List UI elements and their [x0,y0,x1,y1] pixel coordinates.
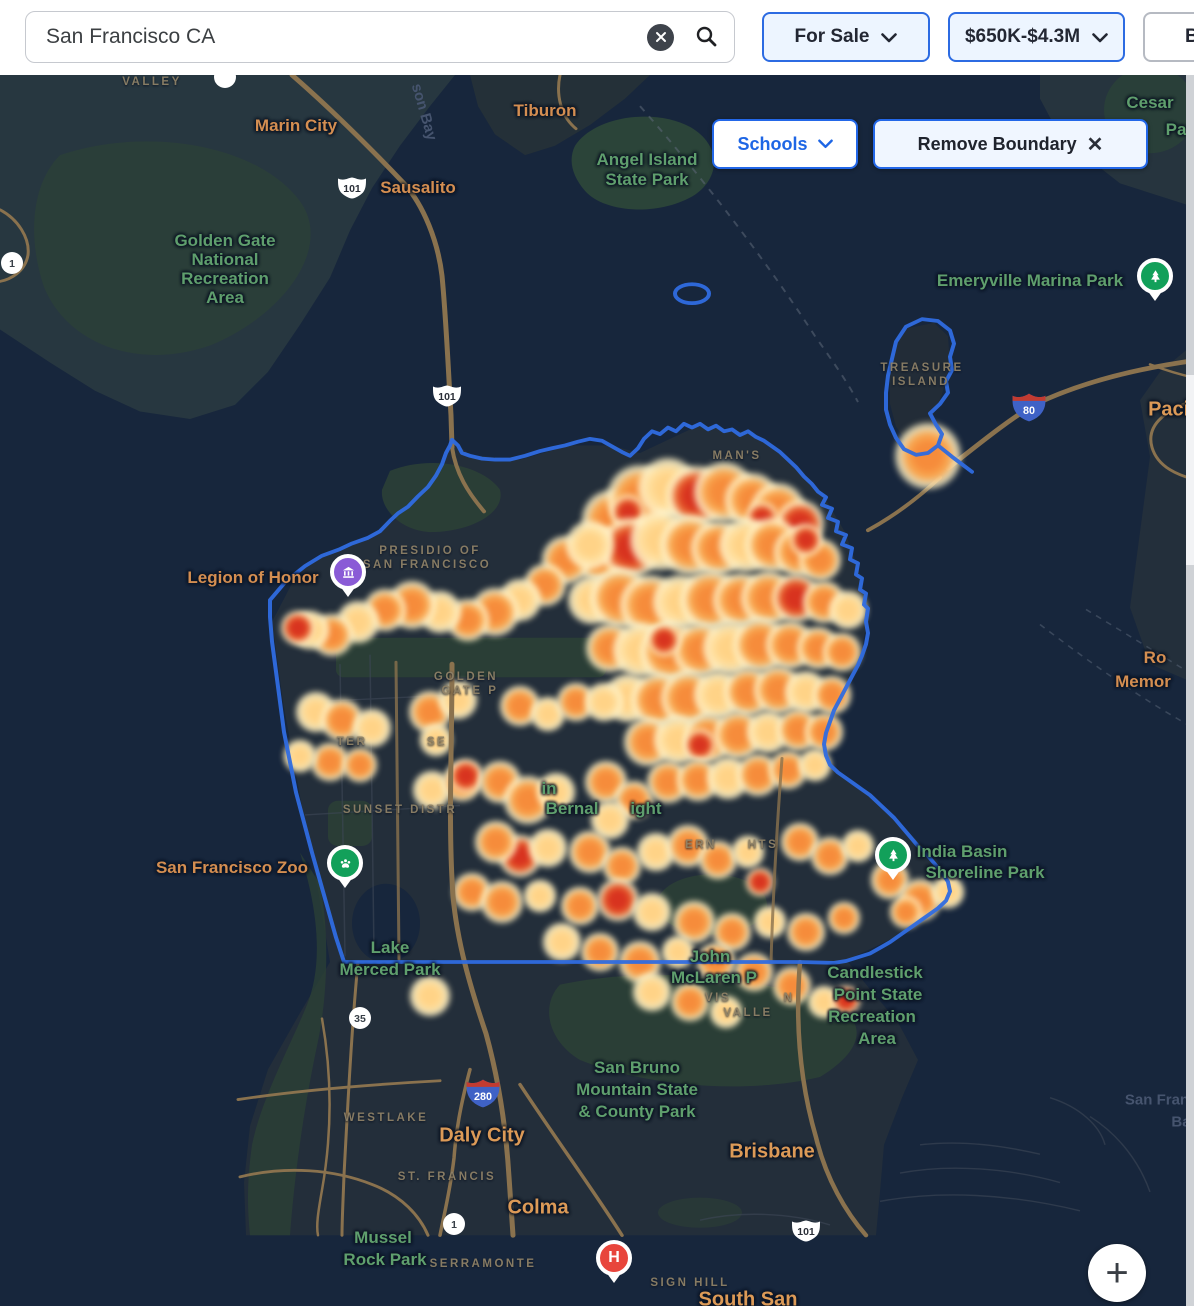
clear-icon [647,24,674,51]
svg-text:35: 35 [354,1013,366,1025]
chevron-down-icon [1092,33,1108,43]
svg-text:280: 280 [474,1091,492,1103]
chevron-down-icon [881,33,897,43]
scrollbar-thumb[interactable] [1186,375,1194,565]
search-input[interactable] [26,25,637,49]
route-shield-1: 1 [0,251,24,275]
paw-icon [327,845,363,881]
route-shield-80: 80 [1011,392,1048,423]
beds-label: B [1185,26,1194,48]
svg-text:1: 1 [451,1219,457,1231]
tree-pin[interactable] [1135,256,1175,304]
price-dropdown[interactable]: $650K-$4.3M [948,12,1125,62]
beds-dropdown-partial[interactable]: B [1143,12,1194,62]
schools-label: Schools [737,134,807,155]
museum-pin[interactable] [328,552,368,600]
remove-boundary-button[interactable]: Remove Boundary ✕ [873,119,1148,169]
price-label: $650K-$4.3M [965,26,1080,48]
for-sale-label: For Sale [795,26,870,48]
for-sale-dropdown[interactable]: For Sale [762,12,930,62]
scrollbar[interactable] [1186,75,1194,1306]
tree-icon [875,837,911,873]
search-icon [694,24,718,51]
route-shield-1: 1 [442,1212,466,1236]
route-shield-blank [213,75,237,89]
schools-dropdown[interactable]: Schools [712,119,858,169]
chevron-down-icon [818,139,833,149]
real-estate-app: For Sale $650K-$4.3M B [0,0,1194,1306]
svg-text:101: 101 [343,183,361,195]
top-bar: For Sale $650K-$4.3M B [0,0,1194,75]
route-shield-101: 101 [430,383,464,410]
museum-icon [330,554,366,590]
hospital-pin[interactable]: H [594,1238,634,1286]
route-shield-101: 101 [335,175,369,202]
map-markers: 1 101 101 80 35 280 1 101 H [0,75,1194,1306]
close-icon: ✕ [1087,132,1104,157]
route-shield-35: 35 [348,1006,372,1030]
svg-text:101: 101 [797,1226,815,1238]
tree-pin[interactable] [873,835,913,883]
tree-icon [1137,258,1173,294]
search-box[interactable] [25,11,735,63]
hospital-icon: H [596,1240,632,1276]
remove-boundary-label: Remove Boundary [918,134,1077,155]
plus-icon: + [1105,1253,1128,1293]
zoom-in-button[interactable]: + [1088,1244,1146,1302]
clear-search-button[interactable] [637,24,684,51]
route-shield-101: 101 [789,1218,823,1245]
search-submit-button[interactable] [684,24,734,51]
route-shield-280: 280 [465,1078,502,1109]
paw-pin[interactable] [325,843,365,891]
svg-text:1: 1 [9,258,15,270]
map-canvas[interactable]: Marin CityTiburonSausalitoLegion of Hono… [0,75,1194,1306]
svg-text:101: 101 [438,391,456,403]
svg-text:80: 80 [1023,405,1035,417]
